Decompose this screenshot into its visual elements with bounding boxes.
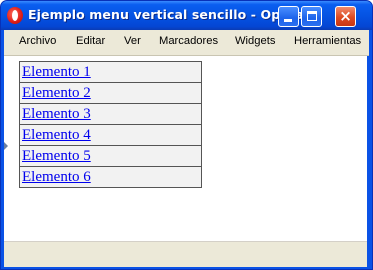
menu-bar: Archivo Editar Ver Marcadores Widgets He… [4, 30, 369, 56]
menu-ver[interactable]: Ver [124, 35, 141, 47]
menu-link-elemento-6[interactable]: Elemento 6 [20, 167, 201, 187]
panel-handle-icon[interactable] [4, 142, 8, 150]
menu-link-elemento-3[interactable]: Elemento 3 [20, 104, 201, 124]
vertical-menu-item: Elemento 2 [20, 82, 201, 103]
vertical-menu-item: Elemento 5 [20, 145, 201, 166]
maximize-icon [307, 11, 317, 21]
opera-logo-icon [7, 7, 23, 24]
menu-link-elemento-5[interactable]: Elemento 5 [20, 146, 201, 166]
close-button[interactable]: × [335, 6, 356, 27]
window-title: Ejemplo menu vertical sencillo - Opera [28, 7, 304, 22]
vertical-menu-item: Elemento 1 [20, 61, 201, 82]
menu-editar[interactable]: Editar [76, 35, 105, 47]
title-bar[interactable]: Ejemplo menu vertical sencillo - Opera × [1, 1, 372, 30]
menu-link-elemento-4[interactable]: Elemento 4 [20, 125, 201, 145]
vertical-menu-item: Elemento 4 [20, 124, 201, 145]
menu-widgets[interactable]: Widgets [235, 35, 275, 47]
vertical-menu-item: Elemento 3 [20, 103, 201, 124]
maximize-button[interactable] [301, 6, 322, 27]
menu-link-elemento-2[interactable]: Elemento 2 [20, 83, 201, 103]
page-content: Elemento 1 Elemento 2 Elemento 3 Element… [4, 56, 367, 241]
menu-marcadores[interactable]: Marcadores [159, 35, 218, 47]
status-bar [4, 241, 367, 267]
menu-herramientas[interactable]: Herramientas [294, 35, 361, 47]
vertical-menu: Elemento 1 Elemento 2 Elemento 3 Element… [19, 61, 202, 188]
vertical-menu-item: Elemento 6 [20, 166, 201, 187]
minimize-icon [284, 19, 292, 22]
close-icon: × [339, 7, 352, 25]
browser-window: Ejemplo menu vertical sencillo - Opera ×… [0, 0, 373, 270]
menu-link-elemento-1[interactable]: Elemento 1 [20, 62, 201, 82]
menu-archivo[interactable]: Archivo [19, 35, 56, 47]
minimize-button[interactable] [278, 6, 299, 27]
